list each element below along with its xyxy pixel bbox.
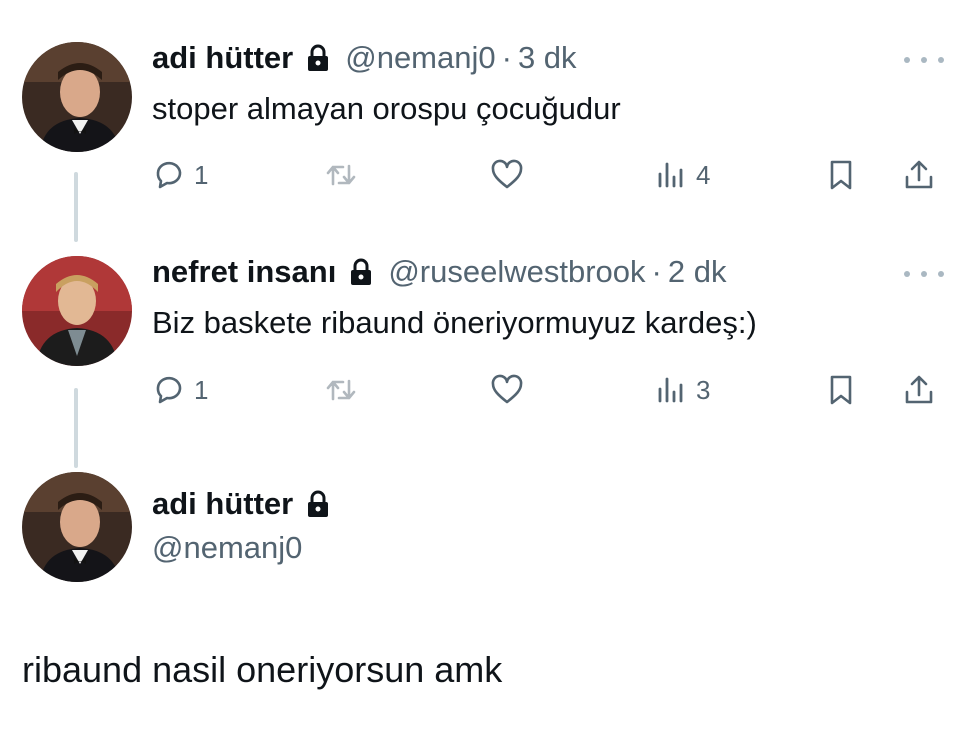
reply-count: 1 [194,374,209,405]
views-count: 3 [696,374,711,405]
lock-icon [305,490,331,518]
bookmark-button[interactable] [824,370,858,410]
bookmark-button[interactable] [824,155,858,195]
avatar-image [22,472,132,582]
tweet-header: nefret insanı @ruseelwestbrook · 2 dk [152,254,726,290]
tweet-header: adi hütter @nemanj0 · 3 dk [152,40,577,76]
views-button[interactable]: 3 [654,370,710,410]
separator-dot: · [501,40,512,75]
views-icon [658,377,683,403]
retweet-icon [326,164,356,186]
user-handle[interactable]: @ruseelwestbrook [388,254,645,290]
retweet-icon [326,379,356,401]
tweet-2[interactable]: nefret insanı @ruseelwestbrook · 2 dk Bi… [0,240,968,468]
action-bar: 1 3 [152,370,946,410]
reply-button[interactable]: 1 [152,370,208,410]
avatar[interactable] [22,256,132,366]
share-icon [905,375,933,404]
avatar-image [22,256,132,366]
thread-line [74,172,78,242]
bookmark-icon [830,160,852,190]
heart-icon [491,159,523,189]
like-button[interactable] [490,370,524,410]
timestamp[interactable]: 3 dk [518,40,577,76]
tweet-text: Biz baskete ribaund öneriyormuyuz kardeş… [152,305,757,340]
action-bar: 1 4 [152,155,946,195]
display-name[interactable]: adi hütter [152,40,293,76]
avatar[interactable] [22,42,132,152]
retweet-button[interactable] [324,155,358,195]
user-handle[interactable]: @nemanj0 [152,530,302,566]
display-name[interactable]: nefret insanı [152,254,336,290]
thread-line [74,388,78,468]
more-icon[interactable] [904,53,944,67]
reply-button[interactable]: 1 [152,155,208,195]
reply-icon [156,161,182,189]
bookmark-icon [830,375,852,405]
display-name[interactable]: adi hütter [152,486,293,522]
share-icon [905,160,933,189]
share-button[interactable] [902,155,936,195]
separator-dot: · [651,254,662,289]
lock-icon [348,258,374,286]
lock-icon [305,44,331,72]
like-button[interactable] [490,155,524,195]
reply-count: 1 [194,159,209,190]
reply-icon [156,376,182,404]
tweet-1[interactable]: adi hütter @nemanj0 · 3 dk stoper almaya… [0,0,968,242]
tweet-header: adi hütter [152,486,345,522]
views-button[interactable]: 4 [654,155,710,195]
user-handle[interactable]: @nemanj0 [345,40,495,76]
timestamp[interactable]: 2 dk [668,254,727,290]
views-icon [658,162,683,188]
tweet-text: ribaund nasil oneriyorsun amk [22,649,503,690]
heart-icon [491,374,523,404]
avatar-image [22,42,132,152]
tweet-text: stoper almayan orospu çocuğudur [152,91,621,126]
more-icon[interactable] [904,267,944,281]
views-count: 4 [696,159,711,190]
avatar[interactable] [22,472,132,582]
focused-reply[interactable]: adi hütter @nemanj0 ribaund nasil oneriy… [0,460,968,740]
share-button[interactable] [902,370,936,410]
retweet-button[interactable] [324,370,358,410]
